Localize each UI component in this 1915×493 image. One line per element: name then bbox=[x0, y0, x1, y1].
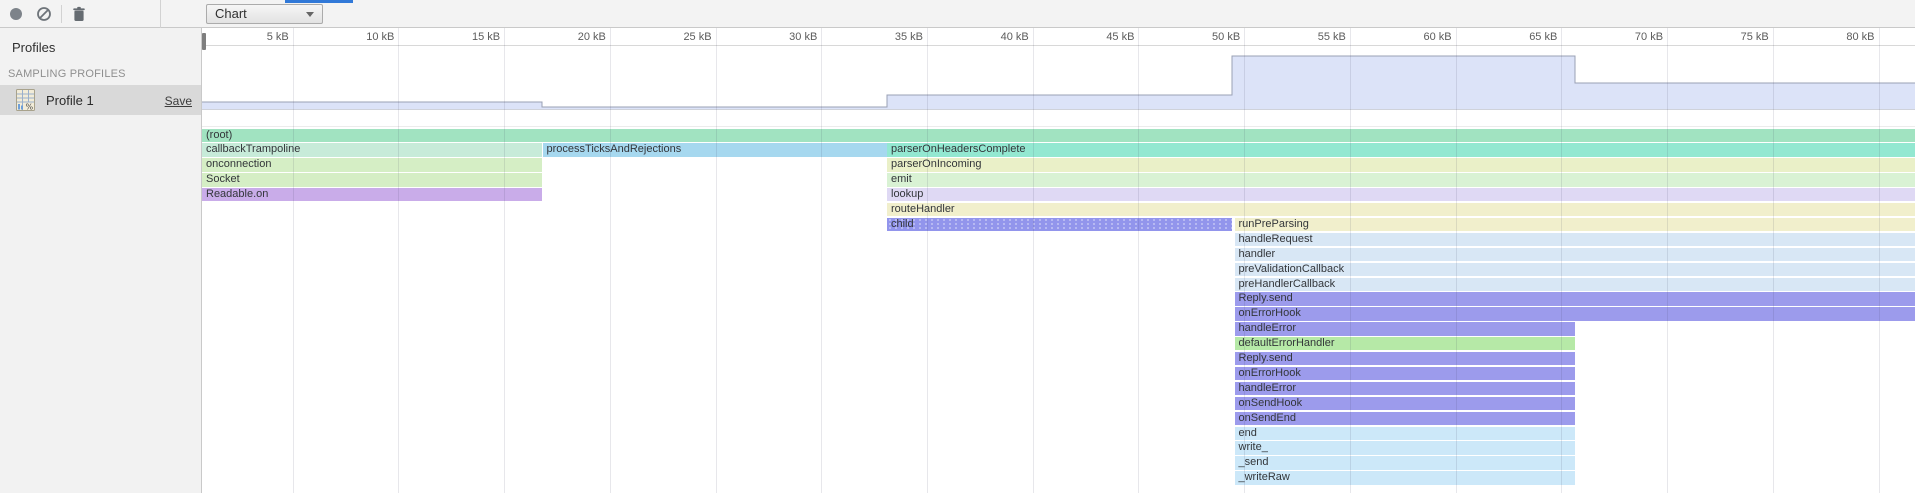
view-mode-select[interactable]: Chart bbox=[206, 4, 323, 24]
flame-bar[interactable]: preValidationCallback bbox=[1235, 263, 1915, 276]
flame-bar[interactable]: _writeRaw bbox=[1235, 471, 1576, 484]
flame-bar[interactable]: defaultErrorHandler bbox=[1235, 337, 1576, 350]
view-mode-value: Chart bbox=[215, 6, 247, 21]
flame-bar[interactable]: parserOnHeadersComplete bbox=[887, 143, 1915, 156]
chevron-down-icon bbox=[306, 12, 314, 17]
trash-icon bbox=[71, 6, 87, 22]
active-tab-indicator bbox=[285, 0, 353, 3]
allocation-overview[interactable]: 5 kB10 kB15 kB20 kB25 kB30 kB35 kB40 kB4… bbox=[202, 28, 1915, 110]
flame-bar[interactable]: onErrorHook bbox=[1235, 367, 1576, 380]
flame-bar[interactable]: onconnection bbox=[202, 158, 542, 171]
profiler-panel: Chart Profiles SAMPLING PROFILES % Profi… bbox=[0, 0, 1915, 493]
overview-range-grip[interactable] bbox=[202, 33, 206, 50]
flame-bar[interactable]: (root) bbox=[202, 129, 1915, 142]
toolbar: Chart bbox=[0, 0, 1915, 28]
flame-bar[interactable]: processTicksAndRejections bbox=[543, 143, 888, 156]
flame-bar[interactable]: write_ bbox=[1235, 441, 1576, 454]
flame-bar[interactable]: end bbox=[1235, 427, 1576, 440]
toolbar-separator bbox=[61, 5, 62, 23]
svg-text:%: % bbox=[26, 103, 34, 112]
heap-profile-icon: % bbox=[16, 89, 35, 111]
flame-bar[interactable]: handler bbox=[1235, 248, 1915, 261]
flame-bar[interactable]: lookup bbox=[887, 188, 1915, 201]
sidebar-item-profile-1[interactable]: % Profile 1 Save bbox=[0, 85, 201, 115]
save-profile-link[interactable]: Save bbox=[165, 94, 192, 108]
sidebar-title: Profiles bbox=[12, 40, 55, 55]
flame-bar[interactable]: handleError bbox=[1235, 382, 1576, 395]
flame-bar[interactable]: onSendEnd bbox=[1235, 412, 1576, 425]
flame-bar[interactable]: handleError bbox=[1235, 322, 1576, 335]
clear-button[interactable] bbox=[36, 6, 52, 22]
flame-bar[interactable]: preHandlerCallback bbox=[1235, 278, 1915, 291]
sidebar-section-label: SAMPLING PROFILES bbox=[8, 68, 126, 80]
profiles-sidebar: Profiles SAMPLING PROFILES % Profile 1 S… bbox=[0, 28, 202, 493]
block-icon bbox=[36, 6, 52, 22]
flame-ruler: 5 kB10 kB15 kB20 kB25 kB30 kB35 kB40 kB4… bbox=[202, 110, 1915, 127]
flame-bar[interactable]: _send bbox=[1235, 456, 1576, 469]
flame-bar[interactable]: runPreParsing bbox=[1235, 218, 1915, 231]
record-button[interactable] bbox=[10, 8, 22, 20]
flame-bar[interactable]: Readable.on bbox=[202, 188, 542, 201]
flame-bar[interactable]: child bbox=[887, 218, 1232, 231]
toolbar-divider bbox=[160, 0, 161, 28]
flame-bar[interactable]: emit bbox=[887, 173, 1915, 186]
profile-item-label: Profile 1 bbox=[46, 93, 94, 108]
flame-bar[interactable]: Reply.send bbox=[1235, 292, 1915, 305]
flame-bar[interactable]: onSendHook bbox=[1235, 397, 1576, 410]
flame-bar[interactable]: parserOnIncoming bbox=[887, 158, 1915, 171]
flame-chart[interactable]: (root)callbackTrampolineprocessTicksAndR… bbox=[202, 127, 1915, 493]
overview-area-chart[interactable] bbox=[202, 28, 1915, 110]
flame-bar[interactable]: routeHandler bbox=[887, 203, 1915, 216]
flame-bar[interactable]: Socket bbox=[202, 173, 542, 186]
flame-bar[interactable]: callbackTrampoline bbox=[202, 143, 542, 156]
flame-bar[interactable]: Reply.send bbox=[1235, 352, 1576, 365]
delete-profile-button[interactable] bbox=[71, 6, 87, 22]
flame-bar[interactable]: handleRequest bbox=[1235, 233, 1915, 246]
flame-bar[interactable]: onErrorHook bbox=[1235, 307, 1915, 320]
chart-pane: 5 kB10 kB15 kB20 kB25 kB30 kB35 kB40 kB4… bbox=[202, 28, 1915, 493]
